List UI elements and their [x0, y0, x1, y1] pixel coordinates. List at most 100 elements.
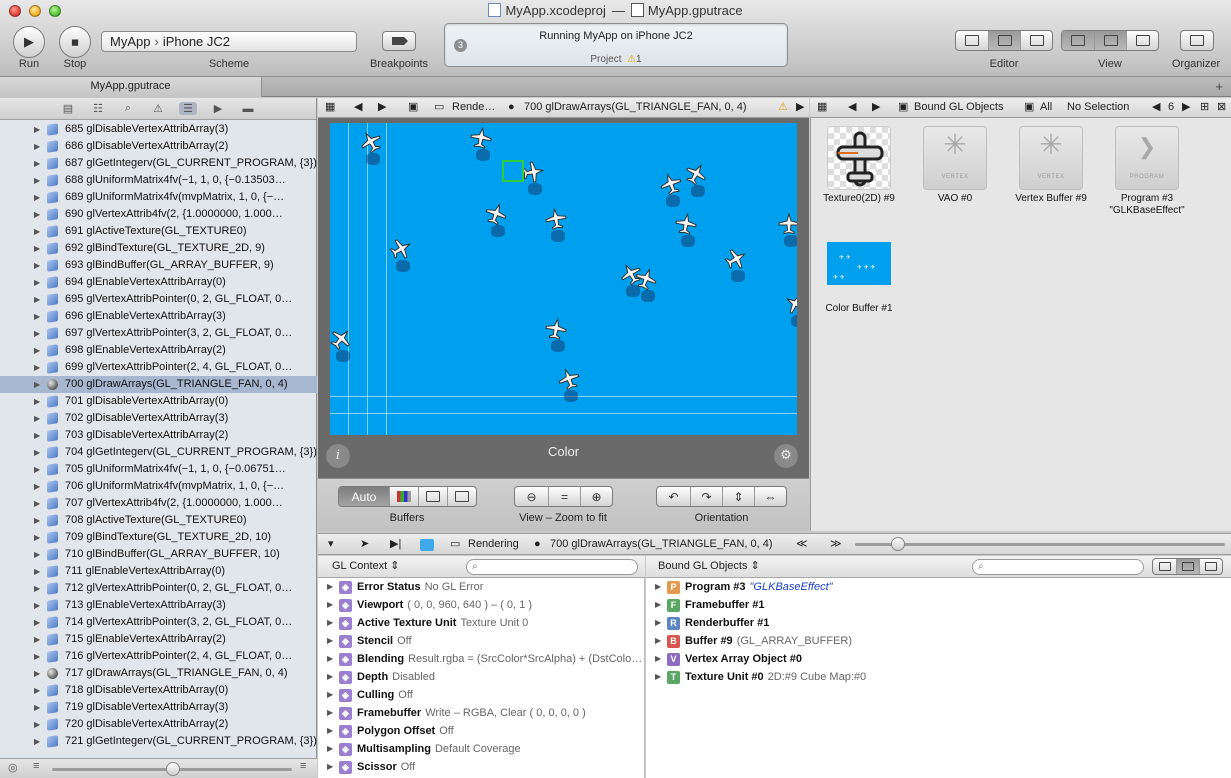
call-row[interactable]: ▶ 695 glVertexAttribPointer(0, 2, GL_FLOA…: [0, 291, 317, 308]
buffers-auto-button[interactable]: Auto: [339, 487, 389, 506]
disclosure-triangle-icon[interactable]: ▶: [34, 427, 40, 444]
resource-color-buffer[interactable]: ✈ ✈ ✈ ✈ ✈ ✈ ✈ Color Buffer #1: [819, 242, 899, 315]
add-tab-button[interactable]: +: [1215, 79, 1223, 94]
debug-crumb-rendering[interactable]: Rendering: [468, 534, 519, 555]
scrubber-track[interactable]: [855, 543, 1225, 546]
call-row[interactable]: ▶ 703 glDisableVertexAttribArray(2): [0, 427, 317, 444]
call-row[interactable]: ▶ 698 glEnableVertexAttribArray(2): [0, 342, 317, 359]
flip-horizontal-button[interactable]: ⇔: [754, 487, 786, 506]
disclosure-triangle-icon[interactable]: ▶: [34, 563, 40, 580]
gl-context-row[interactable]: ▶ ◈ Polygon Offset Off: [318, 722, 644, 740]
disclosure-triangle-icon[interactable]: ▶: [327, 668, 333, 686]
call-row[interactable]: ▶ 688 glUniformMatrix4fv(−1, 1, 0, {−0.13…: [0, 172, 317, 189]
add-split-icon[interactable]: ⊞: [1200, 98, 1209, 117]
call-row[interactable]: ▶ 705 glUniformMatrix4fv(−1, 1, 0, {−0.06…: [0, 461, 317, 478]
disclosure-triangle-icon[interactable]: ▶: [34, 631, 40, 648]
call-row[interactable]: ▶ 690 glVertexAttrib4fv(2, {1.0000000, 1.…: [0, 206, 317, 223]
call-row[interactable]: ▶ 708 glActiveTexture(GL_TEXTURE0): [0, 512, 317, 529]
disclosure-triangle-icon[interactable]: ▶: [34, 359, 40, 376]
disclosure-triangle-icon[interactable]: ▶: [34, 699, 40, 716]
disclosure-triangle-icon[interactable]: ▶: [34, 614, 40, 631]
call-row[interactable]: ▶ 719 glDisableVertexAttribArray(3): [0, 699, 317, 716]
call-row[interactable]: ▶ 687 glGetIntegerv(GL_CURRENT_PROGRAM, {…: [0, 155, 317, 172]
stop-button[interactable]: ■: [59, 26, 91, 58]
forward-small-icon[interactable]: ▶: [796, 98, 804, 117]
gl-context-row[interactable]: ▶ ◈ Error Status No GL Error: [318, 578, 644, 596]
gl-context-row[interactable]: ▶ ◈ Framebuffer Write – RGBA, Clear ( 0, 0,…: [318, 704, 644, 722]
disclosure-triangle-icon[interactable]: ▶: [327, 758, 333, 776]
grid-icon[interactable]: ▦: [325, 98, 335, 117]
zoom-fit-button[interactable]: =: [548, 487, 580, 506]
call-row[interactable]: ▶ 702 glDisableVertexAttribArray(3): [0, 410, 317, 427]
rotate-right-button[interactable]: ↷: [690, 487, 722, 506]
disclosure-triangle-icon[interactable]: ▶: [34, 546, 40, 563]
disclosure-triangle-icon[interactable]: ▶: [34, 512, 40, 529]
gl-context-search-input[interactable]: ⌕: [466, 559, 638, 575]
disclosure-triangle-icon[interactable]: ▶: [34, 410, 40, 427]
gl-context-row[interactable]: ▶ ◈ Blending Result.rgba = (SrcColor*SrcAlp…: [318, 650, 644, 668]
call-row[interactable]: ▶ 693 glBindBuffer(GL_ARRAY_BUFFER, 9): [0, 257, 317, 274]
disclosure-triangle-icon[interactable]: ▶: [34, 257, 40, 274]
folder-icon[interactable]: ▤: [59, 102, 77, 115]
breakpoints-button[interactable]: [382, 31, 416, 51]
warning-icon[interactable]: ⚠: [778, 98, 788, 117]
assistant-editor-button[interactable]: [988, 31, 1020, 50]
activity-project[interactable]: Project ⚠1: [445, 54, 787, 65]
buffers-stencil-button[interactable]: [447, 487, 476, 506]
gl-context-row[interactable]: ▶ ◈ Depth Disabled: [318, 668, 644, 686]
resources-crumb-all[interactable]: All: [1040, 98, 1052, 117]
bound-objects-search-input[interactable]: ⌕: [972, 559, 1144, 575]
call-row[interactable]: ▶ 711 glEnableVertexAttribArray(0): [0, 563, 317, 580]
disclosure-triangle-icon[interactable]: ▶: [327, 704, 333, 722]
debug-crumb-drawcall[interactable]: 700 glDrawArrays(GL_TRIANGLE_FAN, 0, 4): [550, 534, 773, 555]
call-row[interactable]: ▶ 715 glEnableVertexAttribArray(2): [0, 631, 317, 648]
forward-arrow-icon[interactable]: ▶: [378, 98, 386, 117]
gl-context-row[interactable]: ▶ ◈ Viewport( 0, 0, 960, 640 ) – ( 0, 1 ): [318, 596, 644, 614]
buffers-depth-button[interactable]: [418, 487, 447, 506]
filter-icon[interactable]: ◎: [8, 761, 18, 774]
call-row[interactable]: ▶ 720 glDisableVertexAttribArray(2): [0, 716, 317, 733]
issue-icon[interactable]: ⚠: [149, 102, 167, 115]
debug-area-toggle-button[interactable]: [1094, 31, 1126, 50]
resource-vao[interactable]: ✳ VERTEX VAO #0: [915, 126, 995, 205]
color-buffer-image[interactable]: [330, 123, 797, 435]
resources-crumb-bound[interactable]: Bound GL Objects: [914, 98, 1003, 117]
list-lines-icon[interactable]: ≡: [300, 760, 306, 772]
gl-context-row[interactable]: ▶ ◈ Scissor Off: [318, 758, 644, 776]
disclosure-triangle-icon[interactable]: ▶: [655, 632, 661, 650]
step-forward-icon[interactable]: ≫: [830, 534, 842, 555]
disclosure-triangle-icon[interactable]: ▶: [34, 733, 40, 750]
tab-gputrace[interactable]: MyApp.gputrace: [0, 77, 262, 97]
log-icon[interactable]: ▬: [239, 103, 257, 115]
breakpoint-nav-icon[interactable]: ▶: [209, 102, 227, 115]
grid-icon[interactable]: ▦: [817, 98, 827, 117]
disclosure-triangle-icon[interactable]: ▶: [655, 578, 661, 596]
layout-both-button[interactable]: [1176, 559, 1199, 574]
disclosure-triangle-icon[interactable]: ▶: [34, 665, 40, 682]
call-row[interactable]: ▶ 712 glVertexAttribPointer(0, 2, GL_FLOA…: [0, 580, 317, 597]
disclosure-triangle-icon[interactable]: ▶: [327, 632, 333, 650]
capture-icon[interactable]: [420, 539, 434, 551]
disclosure-triangle-icon[interactable]: ▶: [34, 155, 40, 172]
disclosure-triangle-icon[interactable]: ▶: [327, 596, 333, 614]
bound-objects-popup[interactable]: Bound GL Objects ⇕: [658, 556, 760, 577]
call-row[interactable]: ▶ 710 glBindBuffer(GL_ARRAY_BUFFER, 10): [0, 546, 317, 563]
disclosure-triangle-icon[interactable]: ▶: [655, 668, 661, 686]
disclosure-triangle-icon[interactable]: ▶: [34, 478, 40, 495]
call-row[interactable]: ▶ 689 glUniformMatrix4fv(mvpMatrix, 1, 0,…: [0, 189, 317, 206]
scrubber-thumb[interactable]: [891, 537, 905, 551]
gl-context-popup[interactable]: GL Context ⇕: [332, 556, 400, 577]
bound-object-row[interactable]: ▶ P Program #3 "GLKBaseEffect": [646, 578, 1231, 596]
call-row[interactable]: ▶ 709 glBindTexture(GL_TEXTURE_2D, 10): [0, 529, 317, 546]
disclosure-triangle-icon[interactable]: ▶: [34, 376, 40, 393]
call-row[interactable]: ▶ 718 glDisableVertexAttribArray(0): [0, 682, 317, 699]
disclosure-triangle-icon[interactable]: ▶: [34, 274, 40, 291]
scheme-popup[interactable]: MyApp › iPhone JC2: [101, 31, 357, 52]
layout-right-button[interactable]: [1199, 559, 1222, 574]
debug-icon[interactable]: ☰: [179, 102, 197, 115]
disclosure-triangle-icon[interactable]: ▶: [34, 648, 40, 665]
disclosure-triangle-icon[interactable]: ▶: [34, 325, 40, 342]
call-row[interactable]: ▶ 685 glDisableVertexAttribArray(3): [0, 121, 317, 138]
navigator-toggle-button[interactable]: [1062, 31, 1094, 50]
zoom-in-button[interactable]: ⊕: [580, 487, 612, 506]
